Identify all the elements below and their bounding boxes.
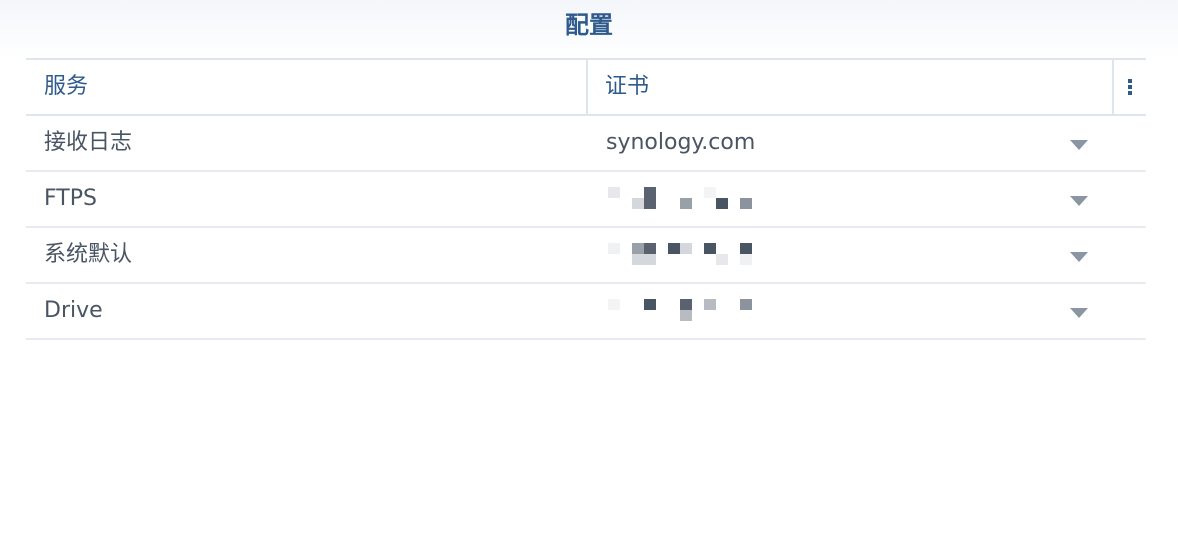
certificate-select[interactable]: synology.com [606,116,755,170]
table-row[interactable]: 接收日志 synology.com [26,116,1146,172]
dropdown-arrow-icon[interactable] [1070,252,1088,262]
dropdown-arrow-icon[interactable] [1070,196,1088,206]
table-row[interactable]: 系统默认 [26,228,1146,284]
dropdown-arrow-icon[interactable] [1070,308,1088,318]
dialog-title: 配置 [565,11,613,39]
table-row[interactable]: FTPS [26,172,1146,228]
table-row[interactable]: Drive [26,284,1146,340]
obscured-certificate-value[interactable] [606,234,766,280]
dropdown-arrow-icon[interactable] [1070,140,1088,150]
obscured-certificate-value[interactable] [606,178,766,224]
grid-header: 服务 证书 [26,58,1146,116]
certificate-config-grid: 服务 证书 接收日志 synology.com FTPS 系统默认 Drive [26,58,1146,340]
service-name: FTPS [44,186,97,211]
column-menu-button[interactable] [1114,60,1146,114]
service-name: Drive [44,298,103,323]
service-name: 系统默认 [44,242,133,267]
vertical-dots-icon [1128,79,1132,95]
column-header-service[interactable]: 服务 [44,60,88,114]
service-name: 接收日志 [44,130,133,155]
column-resize-handle[interactable] [586,60,588,114]
column-header-certificate[interactable]: 证书 [605,60,649,114]
dialog-title-bar: 配置 [0,0,1178,58]
obscured-certificate-value[interactable] [606,290,766,336]
